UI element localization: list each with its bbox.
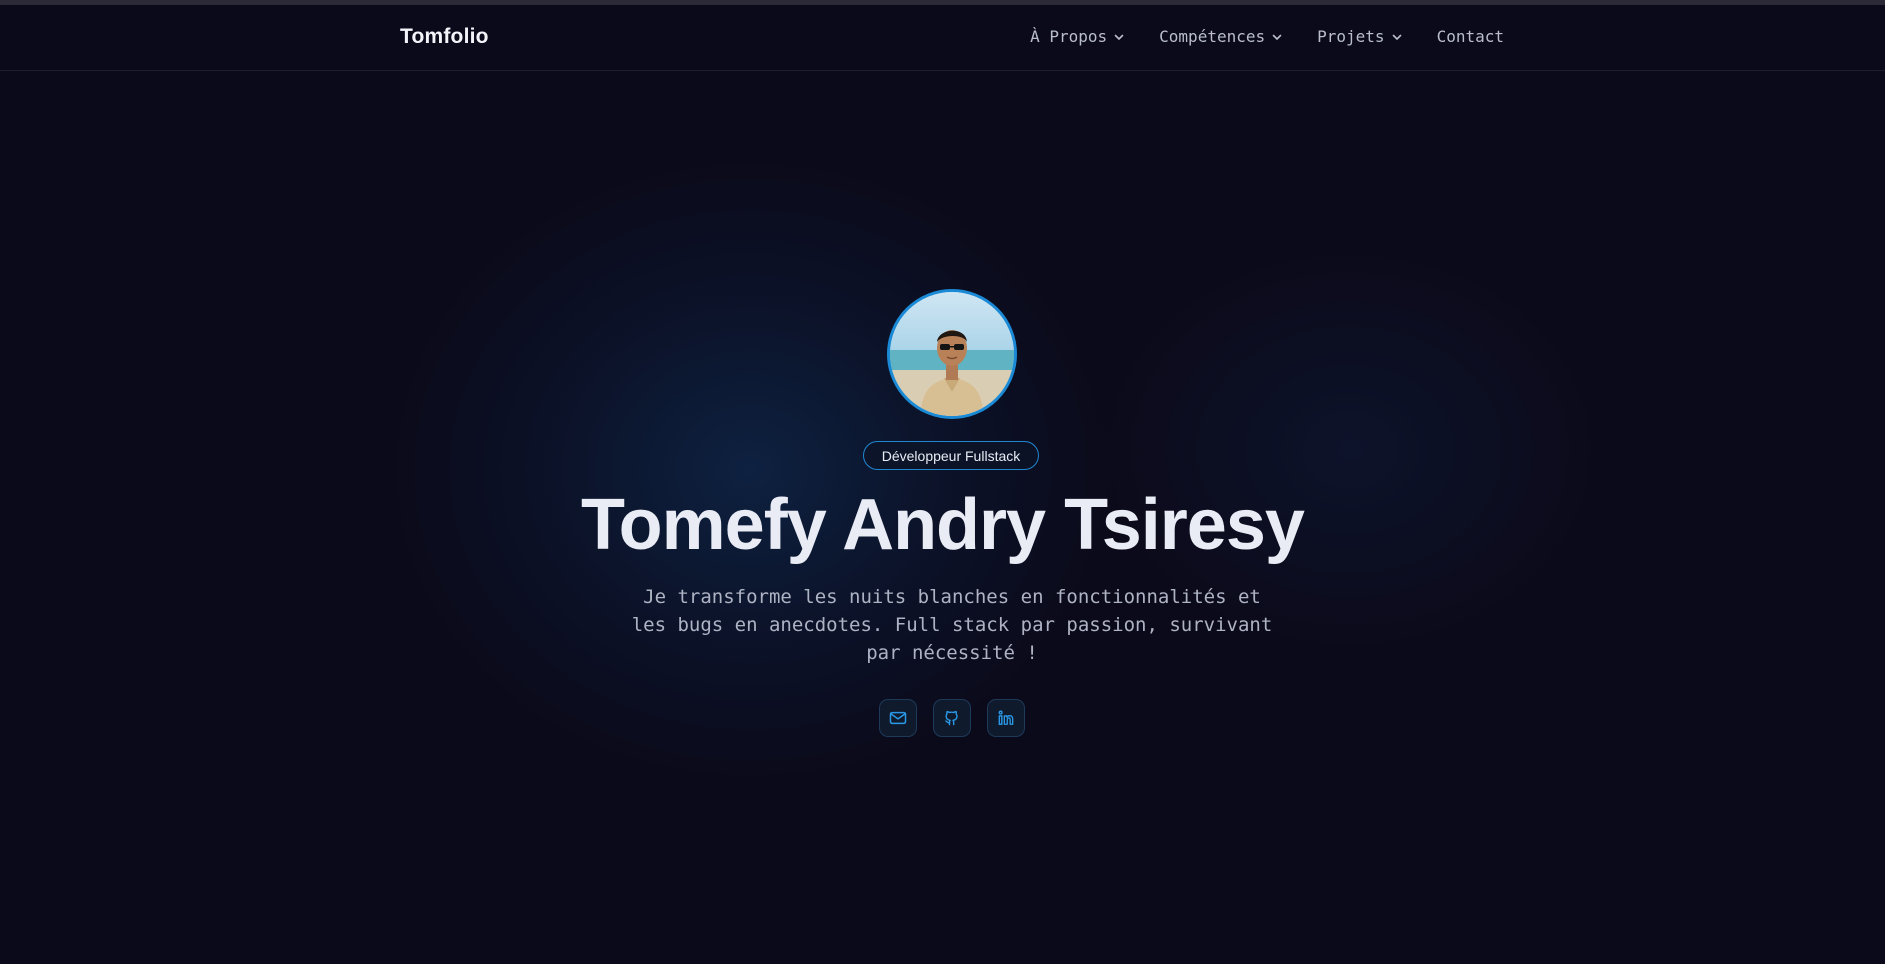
nav-item-label: Compétences — [1159, 27, 1266, 46]
nav-item-contact[interactable]: Contact — [1437, 27, 1504, 46]
avatar — [887, 289, 1017, 419]
github-link-button[interactable] — [933, 699, 971, 737]
chevron-down-icon — [1272, 34, 1282, 40]
email-link-button[interactable] — [879, 699, 917, 737]
nav-item-projets[interactable]: Projets — [1317, 27, 1402, 46]
profile-photo-icon — [890, 292, 1014, 416]
nav-item-label: Contact — [1436, 27, 1504, 46]
background-glow-left — [380, 150, 1120, 790]
chevron-down-icon — [1392, 34, 1401, 40]
tagline-line: par nécessité ! — [866, 642, 1038, 664]
brand-logo[interactable]: Tomfolio — [400, 25, 489, 49]
role-badge: Développeur Fullstack — [863, 441, 1039, 470]
github-icon — [945, 710, 958, 726]
social-links — [879, 699, 1025, 737]
nav-item-label: Projets — [1317, 27, 1385, 46]
linkedin-link-button[interactable] — [987, 699, 1025, 737]
chevron-down-icon — [1114, 34, 1124, 40]
hero-tagline: Je transforme les nuits blanches en fonc… — [592, 583, 1312, 667]
hero-name: Tomefy Andry Tsiresy — [581, 485, 1305, 565]
mail-icon — [889, 711, 907, 725]
nav-item-label: À Propos — [1030, 27, 1108, 46]
tagline-line: les bugs en anecdotes. Full stack par pa… — [631, 614, 1273, 636]
nav-item-a-propos[interactable]: À Propos — [1030, 27, 1125, 46]
main-nav: À Propos Compétences Projets Contact — [1030, 27, 1504, 46]
tagline-line: Je transforme les nuits blanches en fonc… — [643, 586, 1261, 608]
nav-item-competences[interactable]: Compétences — [1159, 27, 1283, 46]
site-header: Tomfolio À Propos Compétences Projets Co… — [0, 5, 1885, 71]
linkedin-icon — [998, 710, 1014, 725]
